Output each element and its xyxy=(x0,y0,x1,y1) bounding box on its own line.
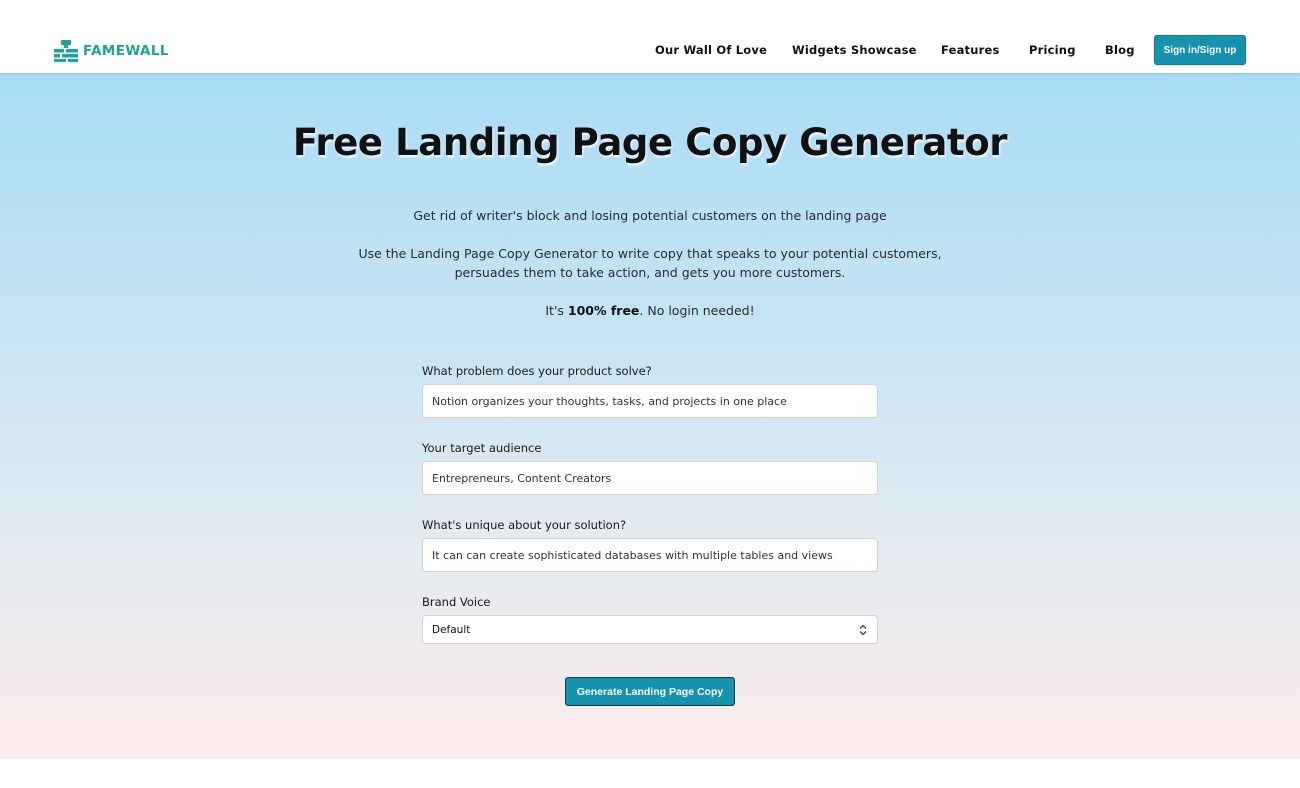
famewall-logo[interactable]: FAMEWALL xyxy=(53,39,169,63)
nav-link-wall-of-love[interactable]: Our Wall Of Love xyxy=(655,40,767,60)
page-title: Free Landing Page Copy Generator xyxy=(292,121,1008,164)
signin-button[interactable]: Sign in/Sign up xyxy=(1154,35,1246,65)
nav-link-blog[interactable]: Blog xyxy=(1105,40,1135,60)
nav-link-features[interactable]: Features xyxy=(941,40,1000,60)
nav-link-widgets-showcase[interactable]: Widgets Showcase xyxy=(792,40,917,60)
audience-label: Your target audience xyxy=(422,441,542,455)
hero-intro: Get rid of writer's block and losing pot… xyxy=(413,208,887,223)
brand-voice-select[interactable]: Default xyxy=(422,615,878,644)
brand-voice-label: Brand Voice xyxy=(422,595,491,609)
free-note-prefix: It's xyxy=(545,303,568,318)
unique-input[interactable]: It can can create sophisticated database… xyxy=(422,538,878,572)
hero-free-note: It's 100% free. No login needed! xyxy=(340,301,960,320)
generate-copy-button[interactable]: Generate Landing Page Copy xyxy=(565,677,735,706)
problem-label: What problem does your product solve? xyxy=(422,364,652,378)
brand-voice-value: Default xyxy=(432,623,471,636)
free-note-suffix: . No login needed! xyxy=(639,303,755,318)
problem-input[interactable]: Notion organizes your thoughts, tasks, a… xyxy=(422,384,878,418)
navbar: FAMEWALL Our Wall Of Love Widgets Showca… xyxy=(0,0,1300,73)
hero-section: Free Landing Page Copy Generator Get rid… xyxy=(0,73,1300,759)
unique-label: What's unique about your solution? xyxy=(422,518,627,532)
free-note-bold: 100% free xyxy=(567,303,640,318)
audience-input[interactable]: Entrepreneurs, Content Creators xyxy=(422,461,878,495)
chevron-up-down-icon xyxy=(858,623,868,637)
hero-description: Use the Landing Page Copy Generator to w… xyxy=(358,246,942,280)
trophy-wall-icon xyxy=(54,40,78,62)
brand-name: FAMEWALL xyxy=(83,43,169,59)
nav-link-pricing[interactable]: Pricing xyxy=(1029,40,1076,60)
